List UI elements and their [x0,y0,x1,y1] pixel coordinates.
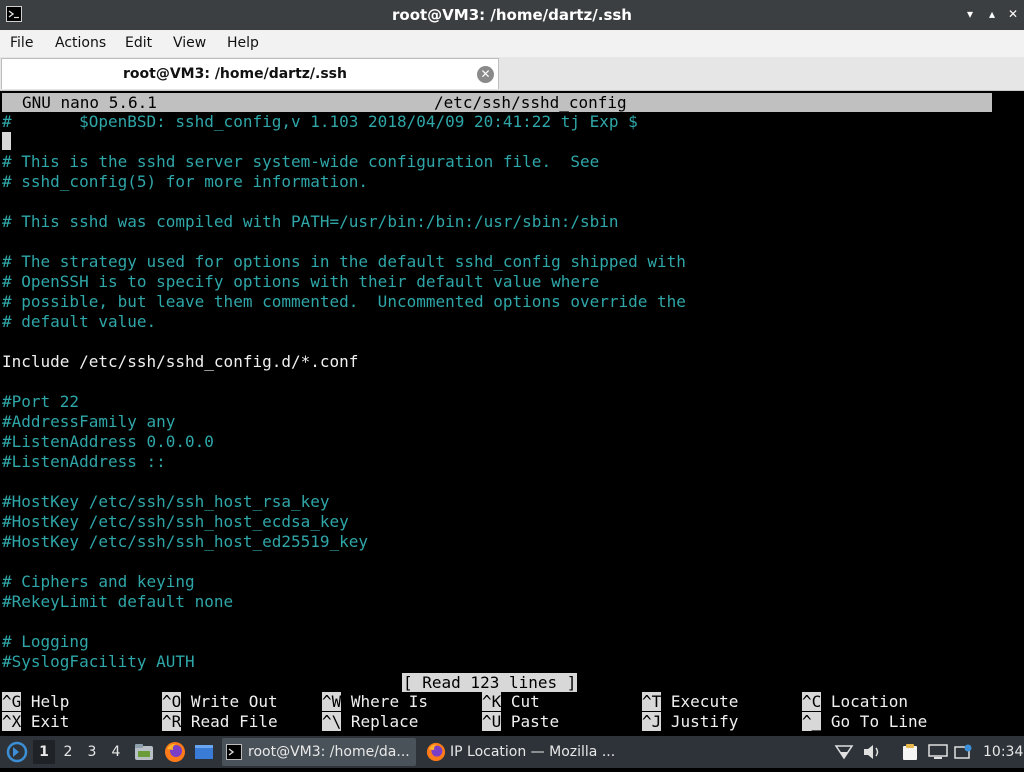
file-line: #HostKey /etc/ssh/ssh_host_ed25519_key [2,532,369,551]
terminal-tab[interactable]: root@VM3: /home/dartz/.ssh ✕ [1,58,499,89]
shortcut-key: ^O [162,692,182,711]
nano-version: GNU nano 5.6.1 [22,93,157,112]
file-line: #HostKey /etc/ssh/ssh_host_rsa_key [2,492,330,511]
menu-help[interactable]: Help [227,30,259,57]
shortcut-location[interactable]: ^C Location [802,692,908,712]
file-line: #Port 22 [2,392,80,411]
menu-file[interactable]: File [10,30,33,57]
shortcut-key: ^R [162,712,182,731]
menu-view[interactable]: View [173,30,206,57]
shortcut-key: ^G [2,692,22,711]
file-line: #HostKey /etc/ssh/ssh_host_ecdsa_key [2,512,349,531]
workspace-4[interactable]: 4 [105,740,127,764]
file-line: #AddressFamily any [2,412,176,431]
shortcut-paste[interactable]: ^U Paste [482,712,559,732]
file-line: #ListenAddress :: [2,452,166,471]
file-line: # OpenSSH is to specify options with the… [2,272,600,291]
shortcut-where-is[interactable]: ^W Where Is [322,692,428,712]
shortcut-replace[interactable]: ^\ Replace [322,712,418,732]
shortcut-key: ^X [2,712,22,731]
display-icon[interactable] [928,744,948,760]
file-line: # sshd_config(5) for more information. [2,172,369,191]
shortcut-read-file[interactable]: ^R Read File [162,712,278,732]
taskbar-window-firefox[interactable]: IP Location — Mozilla ... [422,738,618,766]
taskbar-window-label: IP Location — Mozilla ... [450,744,616,760]
close-icon[interactable]: ✕ [1005,6,1021,22]
shortcut-key: ^K [482,692,502,711]
terminal-area[interactable]: GNU nano 5.6.1 /etc/ssh/sshd_config # $O… [0,91,1024,734]
maximize-icon[interactable]: ▴ [984,6,1000,22]
file-line: Include /etc/ssh/sshd_config.d/*.conf [2,352,359,371]
shortcut-label: Help [30,692,70,711]
shortcut-exit[interactable]: ^X Exit [2,712,69,732]
start-menu-icon[interactable] [6,741,28,763]
shortcut-label: Exit [30,712,70,731]
volume-icon[interactable] [862,744,882,760]
terminal-scroll-gutter [992,91,1024,734]
shortcut-key: ^\ [322,712,342,731]
taskbar-window-label: root@VM3: /home/da... [248,744,410,760]
workspace-3[interactable]: 3 [81,740,103,764]
taskbar: 1 2 3 4 root@VM3: /home/da... IP Locatio… [0,736,1024,768]
shortcut-label: Justify [670,712,739,731]
shortcut-key: ^_ [802,712,822,731]
shortcut-label: Write Out [190,692,278,711]
nano-header: GNU nano 5.6.1 /etc/ssh/sshd_config [2,93,992,112]
network-icon[interactable] [834,744,854,760]
shortcut-label: Execute [670,692,739,711]
shortcut-write-out[interactable]: ^O Write Out [162,692,278,712]
show-desktop-icon[interactable] [194,743,214,761]
shortcut-key: ^C [802,692,822,711]
shortcut-label: Go To Line [830,712,928,731]
nano-filename: /etc/ssh/sshd_config [434,93,627,112]
shortcut-key: ^J [642,712,662,731]
shortcut-label: Location [830,692,908,711]
workspace-1[interactable]: 1 [33,740,55,764]
firefox-icon [426,742,446,762]
text-cursor [2,132,11,150]
clock[interactable]: 10:34 [983,736,1023,768]
terminal-icon [226,744,242,760]
firefox-icon[interactable] [164,741,186,763]
shortcut-help[interactable]: ^G Help [2,692,69,712]
file-line: # This sshd was compiled with PATH=/usr/… [2,212,619,231]
menu-actions[interactable]: Actions [55,30,106,57]
shortcut-label: Replace [350,712,419,731]
shortcut-execute[interactable]: ^T Execute [642,692,738,712]
minimize-icon[interactable]: ▾ [962,6,978,22]
file-line: #RekeyLimit default none [2,592,234,611]
shortcut-key: ^W [322,692,342,711]
tab-close-icon[interactable]: ✕ [477,66,494,83]
taskbar-window-terminal[interactable]: root@VM3: /home/da... [222,738,416,766]
file-line: # This is the sshd server system-wide co… [2,152,600,171]
workspace-2[interactable]: 2 [57,740,79,764]
shortcut-justify[interactable]: ^J Justify [642,712,738,732]
update-icon[interactable] [954,744,972,760]
file-line: #ListenAddress 0.0.0.0 [2,432,214,451]
tab-bar: root@VM3: /home/dartz/.ssh ✕ [0,57,1024,91]
clipboard-icon[interactable] [902,743,918,761]
file-line: # Logging [2,632,89,651]
shortcut-key: ^T [642,692,662,711]
file-manager-icon[interactable] [134,743,154,761]
shortcut-go-to-line[interactable]: ^_ Go To Line [802,712,927,732]
tab-title: root@VM3: /home/dartz/.ssh [123,66,347,82]
shortcut-label: Where Is [350,692,428,711]
shortcut-key: ^U [482,712,502,731]
shortcut-cut[interactable]: ^K Cut [482,692,540,712]
file-line: #SyslogFacility AUTH [2,652,195,671]
file-line: # The strategy used for options in the d… [2,252,686,271]
window-title: root@VM3: /home/dartz/.ssh [392,6,632,24]
file-line: # default value. [2,312,157,331]
menu-bar: File Actions Edit View Help [0,30,1024,57]
shortcut-label: Read File [190,712,278,731]
nano-status-message: [ Read 123 lines ] [402,673,578,692]
shortcut-label: Cut [510,692,540,711]
window-titlebar: root@VM3: /home/dartz/.ssh ▾ ▴ ✕ [0,0,1024,30]
shortcut-label: Paste [510,712,560,731]
file-line: # Ciphers and keying [2,572,195,591]
file-line: # possible, but leave them commented. Un… [2,292,686,311]
menu-edit[interactable]: Edit [125,30,152,57]
file-line: # $OpenBSD: sshd_config,v 1.103 2018/04/… [2,112,638,131]
